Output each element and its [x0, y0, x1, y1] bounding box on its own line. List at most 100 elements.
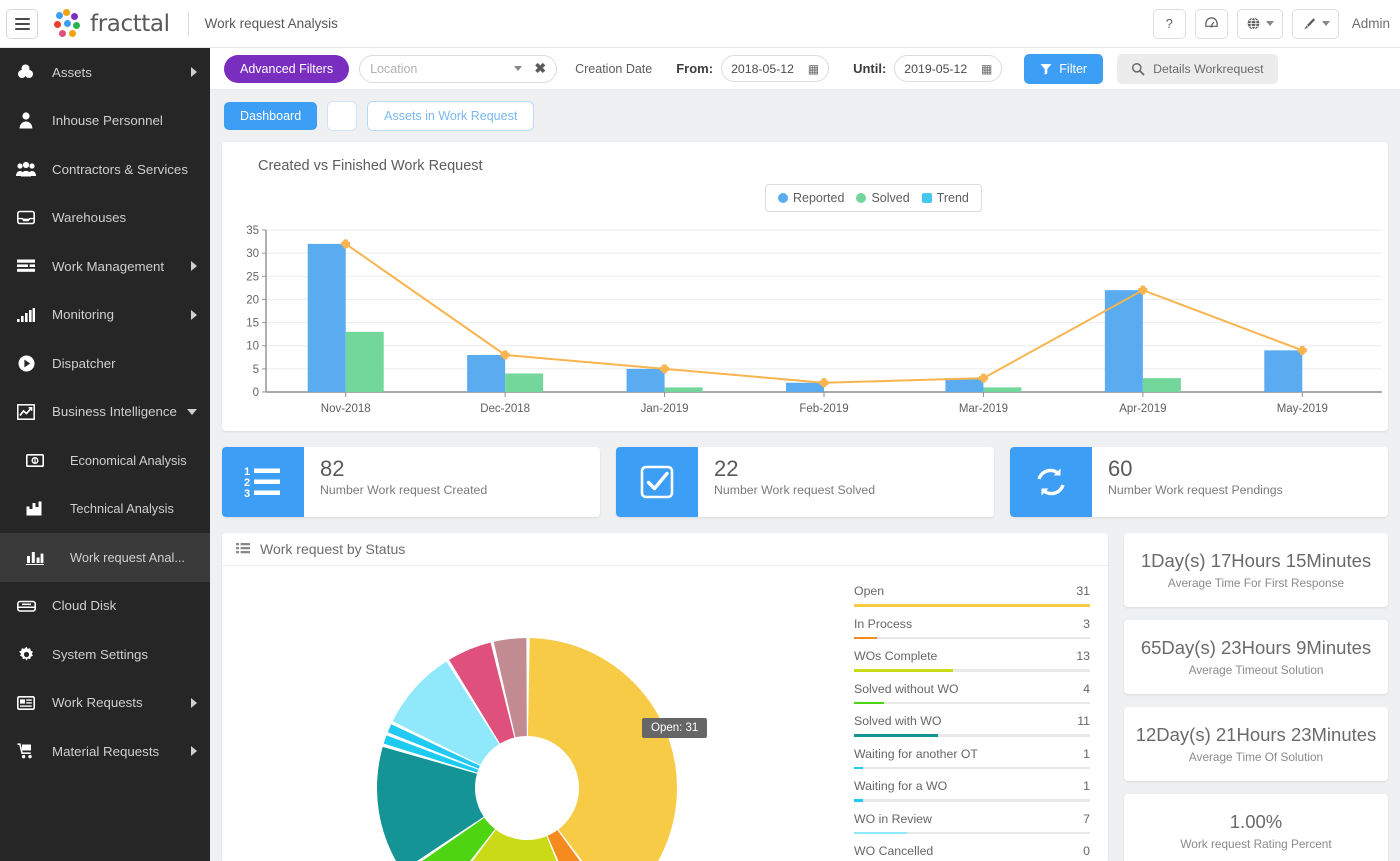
sidebar-item-label: Cloud Disk [52, 598, 117, 614]
tab-assets-in-work-request[interactable]: Assets in Work Request [367, 101, 535, 131]
status-row[interactable]: WO Cancelled 0 [854, 834, 1090, 861]
filter-button[interactable]: Filter [1024, 53, 1104, 84]
chevron-right-icon[interactable] [191, 746, 197, 757]
sidebar-item-dispatcher[interactable]: Dispatcher [0, 339, 210, 388]
list-icon [236, 542, 250, 553]
chevron-right-icon[interactable] [191, 67, 197, 78]
from-label: From: [676, 61, 714, 76]
calendar-icon[interactable]: ▦ [981, 62, 992, 76]
kpi-label: Number Work request Created [320, 483, 488, 498]
from-date-input[interactable]: 2018-05-12 ▦ [721, 55, 830, 82]
sidebar-item-monitoring[interactable]: Monitoring [0, 291, 210, 340]
kpi-label: Number Work request Solved [714, 483, 876, 498]
top-bar: fracttal Work request Analysis ? Admin [0, 0, 1400, 48]
details-workrequest-button[interactable]: Details Workrequest [1117, 53, 1278, 84]
svg-text:Jan-2019: Jan-2019 [641, 403, 689, 415]
legend-marker-icon [778, 193, 788, 203]
sidebar-item-material-requests[interactable]: Material Requests [0, 727, 210, 776]
status-row[interactable]: In Process 3 [854, 607, 1090, 639]
legend-item-solved[interactable]: Solved [856, 191, 910, 205]
metric-card: 12Day(s) 21Hours 23Minutes Average Time O… [1124, 707, 1388, 781]
sidebar-item-contractors-services[interactable]: Contractors & Services [0, 145, 210, 194]
status-progress-track [854, 734, 1090, 737]
status-row-top: WO in Review 7 [854, 812, 1090, 826]
sidebar-item-assets[interactable]: Assets [0, 48, 210, 97]
clear-icon[interactable]: ✖ [534, 60, 546, 77]
main-content: Advanced Filters Location ✖ Creation Dat… [210, 48, 1400, 861]
status-value: 0 [1083, 844, 1090, 858]
legend-item-trend[interactable]: Trend [921, 191, 969, 205]
legend-item-reported[interactable]: Reported [778, 191, 844, 205]
status-row-top: Open 31 [854, 584, 1090, 598]
gear-icon [0, 646, 52, 663]
metric-value: 65Day(s) 23Hours 9Minutes [1140, 637, 1372, 658]
sidebar-item-label: Work request Anal... [70, 549, 185, 565]
legend-label: Solved [871, 191, 910, 205]
status-row[interactable]: Waiting for a WO 1 [854, 769, 1090, 802]
kpi-body: 60 Number Work request Pendings [1092, 447, 1283, 517]
status-row[interactable]: WO in Review 7 [854, 802, 1090, 834]
status-value: 1 [1083, 779, 1090, 793]
status-row[interactable]: WOs Complete 13 [854, 639, 1090, 672]
svg-text:Feb-2019: Feb-2019 [799, 403, 848, 415]
status-label: Open [854, 584, 885, 598]
help-button[interactable]: ? [1152, 8, 1186, 39]
gauge-button[interactable] [1194, 8, 1228, 39]
donut-chart[interactable]: Open: 31 [222, 566, 842, 861]
theme-button[interactable] [1291, 8, 1339, 39]
chart-icon [0, 501, 70, 516]
status-row-top: WO Cancelled 0 [854, 844, 1090, 858]
sidebar-item-business-intelligence[interactable]: Business Intelligence [0, 388, 210, 437]
kpi-row: 1 2 3 82 Number Work request Created 22 Number… [222, 447, 1388, 517]
chevron-down-icon[interactable] [187, 408, 197, 415]
status-card-body: Open: 31 Open 31 In Process 3 WOs Complete 13… [222, 566, 1108, 861]
svg-text:20: 20 [246, 294, 259, 306]
status-progress-fill [854, 604, 1090, 607]
legend-label: Trend [936, 191, 969, 205]
until-date-input[interactable]: 2019-05-12 ▦ [894, 55, 1003, 82]
sidebar-item-warehouses[interactable]: Warehouses [0, 194, 210, 243]
sidebar-item-label: Work Management [52, 258, 165, 274]
status-progress-track [854, 669, 1090, 672]
sidebar-item-work-management[interactable]: Work Management [0, 242, 210, 291]
calendar-icon[interactable]: ▦ [808, 62, 819, 76]
sidebar-item-economical-analysis[interactable]: Economical Analysis [0, 436, 210, 485]
hamburger-icon[interactable] [6, 8, 38, 39]
location-placeholder: Location [370, 61, 418, 76]
advanced-filters-button[interactable]: Advanced Filters [224, 54, 350, 83]
chevron-right-icon[interactable] [191, 309, 197, 320]
bottom-row: Work request by Status Open: 31 Open 31 In… [222, 533, 1388, 861]
language-button[interactable] [1236, 8, 1283, 39]
status-row[interactable]: Solved with WO 11 [854, 704, 1090, 737]
work-request-by-status-card: Work request by Status Open: 31 Open 31 In… [222, 533, 1108, 861]
sidebar-item-label: Inhouse Personnel [52, 113, 163, 129]
help-icon: ? [1165, 16, 1173, 31]
tab-dashboard[interactable]: Dashboard [224, 102, 318, 130]
sidebar-item-cloud-disk[interactable]: Cloud Disk [0, 582, 210, 631]
tab-blank[interactable] [327, 101, 358, 131]
kpi-value: 22 [714, 456, 739, 481]
search-icon [1132, 62, 1145, 76]
sidebar-item-system-settings[interactable]: System Settings [0, 630, 210, 679]
user-name[interactable]: Admin [1352, 16, 1390, 31]
sidebar-item-label: Business Intelligence [52, 404, 177, 420]
chevron-right-icon[interactable] [191, 261, 197, 272]
sidebar-item-work-request-anal[interactable]: Work request Anal... [0, 533, 210, 582]
sidebar-item-work-requests[interactable]: Work Requests [0, 679, 210, 728]
donut-segment[interactable] [527, 638, 677, 861]
status-row[interactable]: Solved without WO 4 [854, 672, 1090, 704]
status-label: WOs Complete [854, 649, 938, 663]
globe-icon [1247, 17, 1260, 30]
sidebar-item-inhouse-personnel[interactable]: Inhouse Personnel [0, 97, 210, 146]
svg-text:May-2019: May-2019 [1277, 403, 1328, 415]
chevron-right-icon[interactable] [191, 697, 197, 708]
status-progress-fill [854, 669, 953, 672]
created-vs-finished-chart-card: Created vs Finished Work Request Reporte… [222, 142, 1388, 431]
chevron-down-icon[interactable] [514, 66, 523, 71]
status-row[interactable]: Waiting for another OT 1 [854, 737, 1090, 769]
sidebar-item-technical-analysis[interactable]: Technical Analysis [0, 485, 210, 534]
kpi-card: 1 2 3 82 Number Work request Created [222, 447, 600, 517]
svg-text:0: 0 [253, 387, 259, 399]
status-row[interactable]: Open 31 [854, 574, 1090, 607]
location-select[interactable]: Location ✖ [359, 54, 558, 83]
